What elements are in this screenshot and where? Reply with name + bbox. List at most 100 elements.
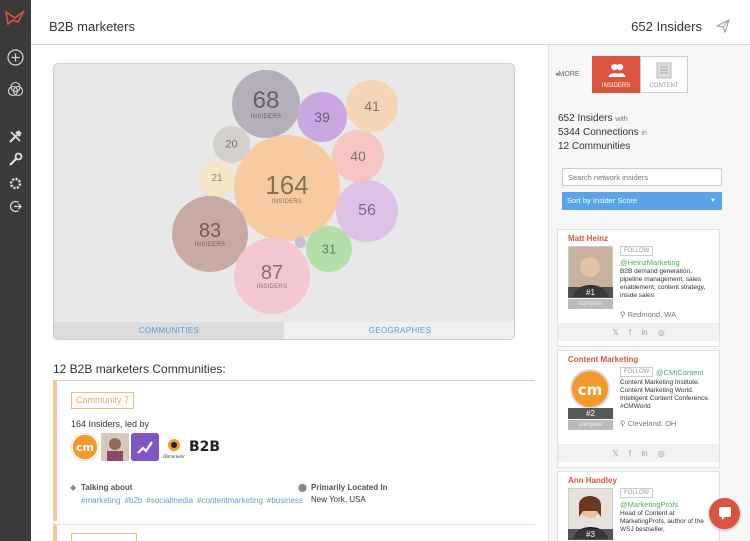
follow-button[interactable]: FOLLOW bbox=[620, 246, 654, 256]
tab-insiders[interactable]: INSIDERS bbox=[592, 56, 640, 93]
stat-communities: 12 Communities bbox=[558, 141, 631, 152]
bubble-value: 39 bbox=[314, 109, 330, 125]
help-chat-button[interactable]: ? bbox=[709, 498, 740, 529]
topic-tag-link[interactable]: #contentmarketing bbox=[197, 496, 263, 505]
bubble-sublabel: INSIDERS bbox=[256, 284, 288, 290]
community-location: New York, USA bbox=[311, 495, 366, 504]
insider-rank: #1 bbox=[568, 287, 613, 298]
topic-tag-link[interactable]: #marketing bbox=[81, 496, 121, 505]
svg-text:B2Bmarketing: B2Bmarketing bbox=[163, 454, 185, 459]
topic-tag-link[interactable]: #b2b bbox=[125, 496, 143, 505]
insider-name[interactable]: Ann Handley bbox=[568, 476, 617, 485]
communities-heading: 12 B2B marketers Communities: bbox=[53, 362, 226, 376]
follow-button[interactable]: FOLLOW bbox=[620, 488, 654, 498]
svg-text:cm: cm bbox=[578, 381, 603, 399]
document-icon bbox=[656, 62, 672, 79]
avatar-cm-logo[interactable]: cm bbox=[71, 433, 99, 461]
app-logo-icon[interactable] bbox=[4, 8, 26, 28]
help-icon bbox=[718, 507, 731, 520]
sort-label: Sort by Insider Score bbox=[567, 196, 638, 205]
gear-icon[interactable] bbox=[6, 174, 25, 193]
topic-tags: #marketing #b2b #socialmedia #contentmarket… bbox=[81, 495, 303, 506]
insider-bio: Content Marketing Institute. Content Mar… bbox=[620, 379, 710, 410]
more-label: MORE bbox=[558, 71, 580, 78]
insider-name[interactable]: Matt Heinz bbox=[568, 234, 608, 243]
located-label: Primarily Located In bbox=[311, 483, 388, 492]
avatar-marketingprofs[interactable] bbox=[131, 433, 159, 461]
add-circle-icon[interactable] bbox=[6, 48, 25, 67]
follow-button[interactable]: FOLLOW bbox=[620, 367, 654, 377]
insider-card[interactable]: Matt Heinz #1 compare FOLLOW @HeinzMarke… bbox=[557, 229, 720, 347]
stat-connections: 5344 Connections bbox=[558, 127, 639, 138]
b2b-logo[interactable]: B2B bbox=[189, 439, 220, 455]
community-bubble[interactable]: 68 INSIDERS bbox=[232, 70, 300, 138]
insiders-panel: ◂MORE INSIDERS CONTENT 652 Insiders with… bbox=[548, 45, 750, 541]
left-rail bbox=[0, 0, 31, 541]
insider-rank: #2 bbox=[568, 408, 613, 419]
insider-card[interactable]: Ann Handley #3 FOLLOW @MarketingProfs He… bbox=[557, 471, 720, 541]
insider-card[interactable]: Content Marketing cm #2 compare FOLLOW @… bbox=[557, 350, 720, 468]
people-icon bbox=[608, 63, 626, 77]
bubble-sublabel: INSIDERS bbox=[194, 242, 226, 248]
more-toggle[interactable]: ◂MORE bbox=[555, 70, 580, 78]
wrench-icon[interactable] bbox=[6, 150, 25, 169]
community-bubble[interactable]: 87 INSIDERS bbox=[234, 238, 310, 314]
map-pin-icon: ⚲ bbox=[620, 310, 628, 319]
compare-button[interactable]: compare bbox=[568, 299, 613, 309]
community-bubble[interactable]: 31 bbox=[306, 226, 352, 272]
avatar-b2bmarketing-icon[interactable]: B2Bmarketing bbox=[160, 433, 189, 461]
community-tag-next[interactable] bbox=[71, 533, 137, 541]
sort-dropdown[interactable]: Sort by Insider Score ▼ bbox=[562, 192, 722, 210]
insider-bio: Head of Content at MarketingProfs, autho… bbox=[620, 510, 704, 533]
topic-tag-link[interactable]: #socialmedia bbox=[146, 496, 193, 505]
logout-icon[interactable] bbox=[6, 197, 25, 216]
insider-handle[interactable]: @CMIContent bbox=[656, 368, 704, 377]
bubble-value: 40 bbox=[350, 148, 366, 164]
map-pin-icon: ⚲ bbox=[620, 419, 628, 428]
compare-button[interactable]: compare bbox=[568, 420, 613, 430]
insider-handle[interactable]: @MarketingProfs bbox=[620, 500, 678, 509]
community-bubble[interactable]: 21 bbox=[199, 161, 235, 197]
bubble-value: 164 bbox=[265, 170, 309, 200]
tab-communities[interactable]: COMMUNITIES bbox=[54, 322, 284, 339]
social-links[interactable]: 𝕏 f in ◎ bbox=[558, 323, 719, 341]
community-bubble[interactable] bbox=[295, 237, 306, 248]
send-paper-plane-icon[interactable] bbox=[716, 19, 730, 33]
bubble-value: 83 bbox=[198, 220, 222, 242]
community-tag[interactable]: Community 7 bbox=[71, 392, 135, 409]
tab-content[interactable]: CONTENT bbox=[640, 56, 688, 93]
insider-location: ⚲ Redmond, WA bbox=[620, 310, 677, 319]
community-bubble-panel: 68 INSIDERS 39 41 20 40 21 164 INSIDERS 56 83 INSID… bbox=[53, 63, 515, 340]
tab-content-label: CONTENT bbox=[649, 83, 679, 89]
page-title: B2B marketers bbox=[49, 19, 135, 34]
topic-tag-link[interactable]: #business bbox=[267, 496, 303, 505]
bubble-value: 41 bbox=[364, 98, 380, 114]
tag-icon: ◆ bbox=[70, 483, 77, 492]
bubble-value: 21 bbox=[211, 173, 223, 184]
bubble-value: 31 bbox=[321, 241, 337, 257]
header-bar: B2B marketers 652 Insiders bbox=[31, 0, 750, 45]
social-links[interactable]: 𝕏 f in ◎ bbox=[558, 444, 719, 462]
stat-insiders: 652 Insiders bbox=[558, 113, 613, 124]
community-card[interactable]: Community 7 164 Insiders, led by cm B2Bm… bbox=[53, 381, 535, 521]
avatar-person[interactable] bbox=[101, 433, 129, 461]
insider-rank: #3 bbox=[568, 529, 613, 540]
bubble-sublabel: INSIDERS bbox=[271, 199, 303, 205]
bubble-value: 56 bbox=[358, 202, 376, 219]
tab-insiders-label: INSIDERS bbox=[601, 83, 631, 89]
search-insiders-input[interactable] bbox=[562, 168, 722, 186]
talking-about-label: Talking about bbox=[81, 483, 133, 492]
community-bubble[interactable]: 41 bbox=[346, 80, 398, 132]
tools-icon[interactable] bbox=[6, 127, 25, 146]
network-circles-icon[interactable] bbox=[6, 80, 25, 99]
insider-handle[interactable]: @HeinzMarketing bbox=[620, 258, 680, 267]
community-bubble[interactable]: 164 INSIDERS bbox=[234, 135, 340, 241]
bubble-value: 87 bbox=[260, 262, 284, 284]
community-card-next[interactable] bbox=[53, 524, 535, 541]
bubble-sublabel: INSIDERS bbox=[250, 114, 282, 120]
insiders-count: 652 Insiders bbox=[631, 19, 702, 34]
tab-geographies[interactable]: GEOGRAPHIES bbox=[284, 322, 514, 339]
insider-name[interactable]: Content Marketing bbox=[568, 355, 638, 364]
community-bubble[interactable]: 39 bbox=[297, 92, 347, 142]
network-stats: 652 Insiders with 5344 Connections in 12… bbox=[558, 113, 647, 152]
